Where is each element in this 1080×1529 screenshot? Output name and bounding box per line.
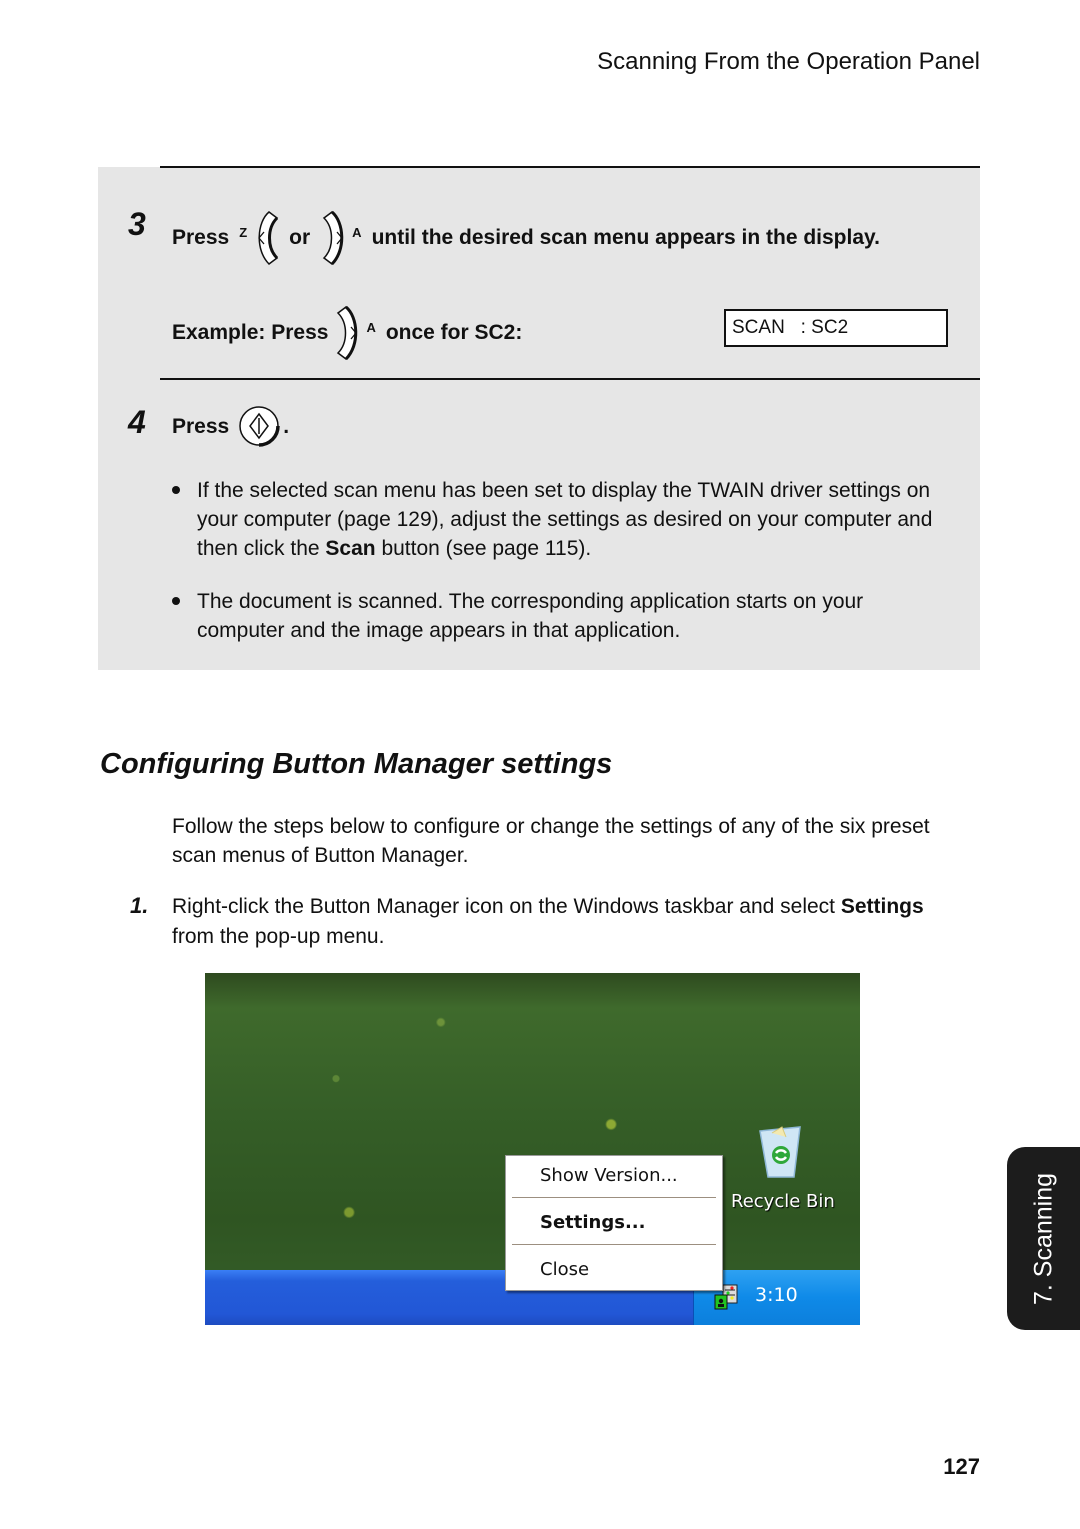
press-label: Press [172, 226, 230, 249]
step-number: 4 [128, 404, 146, 440]
bullet-text: The document is scanned. The correspondi… [197, 590, 864, 642]
list-text: from the pop-up menu. [172, 925, 385, 948]
bullet-bold-text: Scan [325, 537, 376, 560]
example-suffix: once for SC2: [385, 321, 523, 344]
lcd-display: SCAN : SC2 [724, 309, 948, 347]
key-letter: Z [239, 224, 248, 240]
intro-paragraph: Follow the steps below to configure or c… [172, 815, 930, 867]
menu-item-show-version[interactable]: Show Version... [540, 1165, 678, 1186]
desktop-screenshot: Recycle Bin 3:10 Show Version... Setting… [205, 973, 860, 1325]
list-text: Right-click the Button Manager icon on t… [172, 895, 841, 918]
recycle-bin-label[interactable]: Recycle Bin [731, 1191, 835, 1212]
period: . [283, 415, 290, 438]
recycle-bin-icon[interactable] [750, 1123, 810, 1181]
example-line: Example: Press A once for SC2: [172, 305, 522, 361]
chapter-tab: 7. Scanning [1007, 1147, 1080, 1330]
key-letter: A [366, 319, 376, 335]
menu-item-settings[interactable]: Settings... [540, 1212, 645, 1233]
bullet-text: button (see page 115). [375, 537, 592, 560]
step-number: 3 [128, 206, 146, 242]
section-title: Configuring Button Manager settings [100, 748, 613, 780]
start-key-icon [239, 406, 280, 447]
menu-separator [512, 1244, 716, 1245]
left-arrow-key-icon [258, 211, 279, 265]
page-number: 127 [943, 1454, 980, 1479]
menu-separator [512, 1197, 716, 1198]
list-bold-text: Settings [840, 895, 924, 918]
chapter-tab-label: 7. Scanning [1029, 1172, 1057, 1305]
divider [160, 378, 980, 380]
press-label: Press [172, 415, 230, 438]
example-label: Example: Press [172, 321, 329, 344]
bullet-icon [172, 486, 180, 494]
right-arrow-key-icon [337, 305, 358, 361]
divider [160, 166, 980, 168]
bullet-icon [172, 597, 180, 605]
instruction-text: until the desired scan menu appears in t… [371, 226, 880, 249]
list-number: 1. [130, 893, 149, 918]
step-4-instruction: Press . [172, 404, 289, 450]
or-label: or [289, 226, 311, 249]
right-arrow-key-icon [323, 210, 344, 266]
menu-item-close[interactable]: Close [540, 1259, 589, 1280]
bullet-item: The document is scanned. The correspondi… [172, 587, 952, 645]
bullet-item: If the selected scan menu has been set t… [172, 476, 952, 563]
step-3-instruction: Press Z or A until the desired scan menu… [172, 210, 880, 266]
key-letter: A [352, 224, 362, 240]
page-header: Scanning From the Operation Panel [597, 48, 980, 75]
context-menu: Show Version... Settings... Close [505, 1155, 723, 1291]
taskbar-clock[interactable]: 3:10 [755, 1284, 798, 1306]
list-item: Right-click the Button Manager icon on t… [172, 892, 952, 952]
